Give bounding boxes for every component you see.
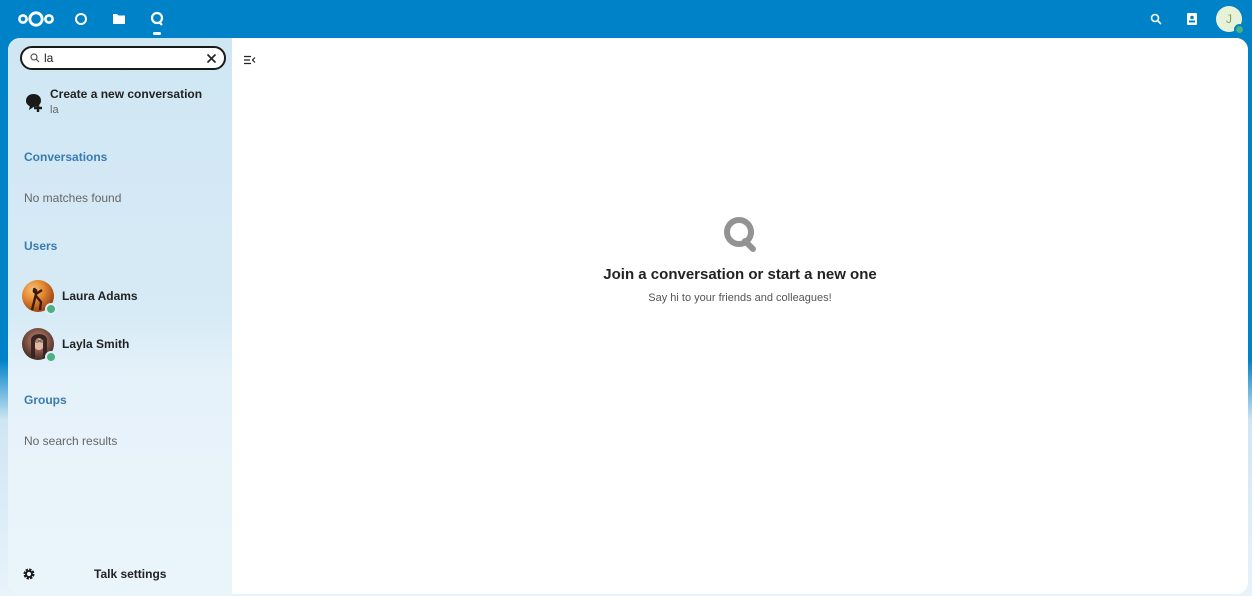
groups-heading: Groups	[24, 393, 67, 407]
empty-state-title: Join a conversation or start a new one	[603, 266, 877, 283]
avatar	[22, 328, 57, 363]
sidebar: Create a new conversation la Conversatio…	[8, 38, 232, 594]
user-avatar[interactable]: J	[1216, 6, 1245, 35]
search-icon	[30, 53, 40, 63]
dashboard-icon[interactable]	[62, 0, 100, 38]
nextcloud-logo-icon[interactable]	[10, 0, 62, 38]
groups-empty: No search results	[24, 434, 118, 448]
search-field[interactable]	[20, 46, 226, 70]
create-conversation-query: la	[50, 104, 59, 116]
talk-icon[interactable]	[138, 0, 176, 38]
top-bar: J	[0, 0, 1252, 38]
user-initial: J	[1226, 12, 1232, 26]
empty-state-subtitle: Say hi to your friends and colleagues!	[648, 292, 832, 304]
clear-search-icon[interactable]	[202, 49, 220, 67]
online-status-icon	[45, 351, 57, 363]
search-icon[interactable]	[1138, 0, 1174, 38]
conversations-heading: Conversations	[24, 150, 108, 164]
user-name: Layla Smith	[62, 337, 130, 351]
online-status-icon	[45, 303, 57, 315]
user-name: Laura Adams	[62, 289, 138, 303]
talk-settings-button[interactable]: Talk settings	[22, 562, 222, 586]
talk-settings-label: Talk settings	[94, 567, 167, 581]
empty-state: Join a conversation or start a new one S…	[232, 216, 1248, 304]
toggle-sidebar-icon[interactable]	[240, 50, 260, 70]
gear-icon	[23, 568, 35, 580]
create-conversation-title: Create a new conversation	[50, 87, 203, 101]
avatar	[22, 280, 57, 315]
header-actions: J	[1138, 0, 1252, 38]
user-item-laura-adams[interactable]: Laura Adams	[22, 279, 222, 315]
search-input[interactable]	[44, 51, 194, 65]
app-menu	[0, 0, 176, 38]
user-item-layla-smith[interactable]: Layla Smith	[22, 327, 222, 363]
app-window: Create a new conversation la Conversatio…	[8, 38, 1248, 594]
conversations-empty: No matches found	[24, 191, 122, 205]
users-heading: Users	[24, 239, 58, 253]
new-chat-icon	[22, 84, 46, 120]
files-icon[interactable]	[100, 0, 138, 38]
online-status-icon	[1234, 24, 1245, 35]
talk-icon	[232, 216, 1248, 252]
main-content: Join a conversation or start a new one S…	[232, 38, 1248, 594]
create-conversation-button[interactable]: Create a new conversation la	[22, 84, 222, 120]
contacts-icon[interactable]	[1174, 0, 1210, 38]
